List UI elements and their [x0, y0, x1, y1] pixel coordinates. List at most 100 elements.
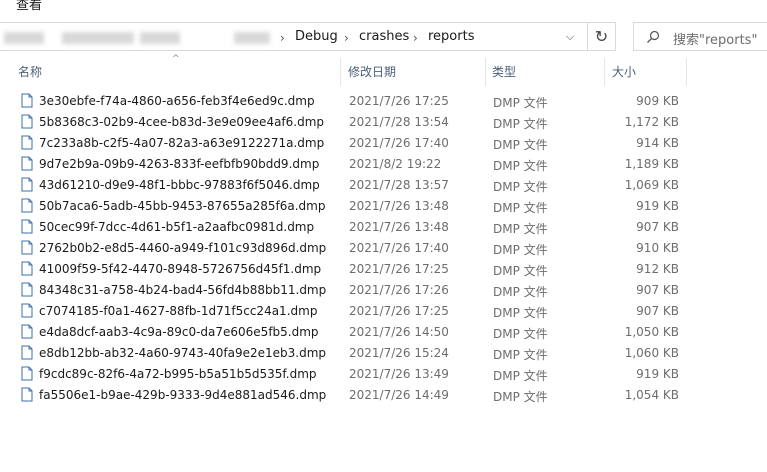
file-row[interactable]: e4da8dcf-aab3-4c9a-89c0-da7e606e5fb5.dmp… [0, 322, 767, 343]
file-name: 50cec99f-7dcc-4d61-b5f1-a2aafbc0981d.dmp [39, 220, 315, 234]
file-type: DMP 文件 [493, 285, 548, 299]
redacted-path-segment [140, 32, 180, 44]
file-row[interactable]: 7c233a8b-c2f5-4a07-82a3-a63e9122271a.dmp… [0, 133, 767, 154]
refresh-icon[interactable]: ↻ [587, 22, 616, 51]
file-name: 50b7aca6-5adb-45bb-9453-87655a285f6a.dmp [39, 199, 326, 213]
file-row[interactable]: f9cdc89c-82f6-4a72-b995-b5a51b5d535f.dmp… [0, 364, 767, 385]
file-type: DMP 文件 [493, 306, 548, 320]
file-modified-date: 2021/7/26 17:26 [349, 283, 449, 297]
file-row[interactable]: e8db12bb-ab32-4a60-9743-40fa9e2e1eb3.dmp… [0, 343, 767, 364]
file-modified-date: 2021/7/26 17:40 [349, 241, 449, 255]
file-name: 2762b0b2-e8d5-4460-a949-f101c93d896d.dmp [39, 241, 327, 255]
file-size: 1,054 KB [624, 388, 679, 402]
file-type: DMP 文件 [493, 327, 548, 341]
file-size: 1,069 KB [624, 178, 679, 192]
file-size: 919 KB [636, 367, 679, 381]
file-row[interactable]: 50cec99f-7dcc-4d61-b5f1-a2aafbc0981d.dmp… [0, 217, 767, 238]
file-size: 909 KB [636, 94, 679, 108]
file-type: DMP 文件 [493, 117, 548, 131]
file-size: 1,189 KB [624, 157, 679, 171]
column-header-size[interactable]: 大小 [610, 58, 687, 86]
file-type: DMP 文件 [493, 222, 548, 236]
file-type: DMP 文件 [493, 243, 548, 257]
file-row[interactable]: c7074185-f0a1-4627-88fb-1d71f5cc24a1.dmp… [0, 301, 767, 322]
file-icon [21, 303, 33, 321]
file-name: e8db12bb-ab32-4a60-9743-40fa9e2e1eb3.dmp [39, 346, 327, 360]
file-type: DMP 文件 [493, 348, 548, 362]
file-icon [21, 135, 33, 153]
file-icon [21, 261, 33, 279]
file-row[interactable]: 43d61210-d9e9-48f1-bbbc-97883f6f5046.dmp… [0, 175, 767, 196]
file-icon [21, 93, 33, 111]
file-modified-date: 2021/7/26 14:49 [349, 388, 449, 402]
file-row[interactable]: 9d7e2b9a-09b9-4263-833f-eefbfb90bdd9.dmp… [0, 154, 767, 175]
file-modified-date: 2021/7/26 17:40 [349, 136, 449, 150]
file-name: 3e30ebfe-f74a-4860-a656-feb3f4e6ed9c.dmp [39, 94, 315, 108]
file-name: f9cdc89c-82f6-4a72-b995-b5a51b5d535f.dmp [39, 367, 317, 381]
address-bar[interactable]: › Debug › crashes › reports ⌵ [0, 22, 615, 51]
file-name: 43d61210-d9e9-48f1-bbbc-97883f6f5046.dmp [39, 178, 320, 192]
top-menu-strip: 查看 [0, 0, 767, 14]
file-size: 912 KB [636, 262, 679, 276]
file-type: DMP 文件 [493, 96, 548, 110]
file-icon [21, 282, 33, 300]
file-name: 84348c31-a758-4b24-bad4-56fd4b88bb11.dmp [39, 283, 327, 297]
file-type: DMP 文件 [493, 264, 548, 278]
breadcrumb-debug[interactable]: Debug [295, 29, 338, 44]
file-type: DMP 文件 [493, 180, 548, 194]
file-row[interactable]: 41009f59-5f42-4470-8948-5726756d45f1.dmp… [0, 259, 767, 280]
breadcrumb-reports[interactable]: reports [428, 29, 474, 44]
column-header-name[interactable]: 名称 [16, 58, 341, 86]
file-row[interactable]: 3e30ebfe-f74a-4860-a656-feb3f4e6ed9c.dmp… [0, 91, 767, 112]
chevron-down-icon[interactable]: ⌵ [560, 27, 580, 47]
search-input[interactable]: 搜索"reports" [633, 22, 767, 51]
search-placeholder: 搜索"reports" [673, 33, 758, 48]
breadcrumb-crashes[interactable]: crashes [359, 29, 409, 44]
file-row[interactable]: 50b7aca6-5adb-45bb-9453-87655a285f6a.dmp… [0, 196, 767, 217]
file-size: 907 KB [636, 220, 679, 234]
file-size: 910 KB [636, 241, 679, 255]
file-size: 919 KB [636, 199, 679, 213]
file-name: 41009f59-5f42-4470-8948-5726756d45f1.dmp [39, 262, 322, 276]
breadcrumb-separator[interactable]: › [413, 31, 418, 45]
file-row[interactable]: 84348c31-a758-4b24-bad4-56fd4b88bb11.dmp… [0, 280, 767, 301]
file-modified-date: 2021/7/26 13:48 [349, 199, 449, 213]
file-modified-date: 2021/7/26 13:49 [349, 367, 449, 381]
file-size: 914 KB [636, 136, 679, 150]
file-icon [21, 198, 33, 216]
file-icon [21, 324, 33, 342]
file-row[interactable]: 2762b0b2-e8d5-4460-a949-f101c93d896d.dmp… [0, 238, 767, 259]
file-type: DMP 文件 [493, 369, 548, 383]
file-name: 7c233a8b-c2f5-4a07-82a3-a63e9122271a.dmp [39, 136, 325, 150]
column-header-type[interactable]: 类型 [490, 58, 605, 86]
file-icon [21, 156, 33, 174]
file-icon [21, 219, 33, 237]
breadcrumb-separator[interactable]: › [280, 31, 285, 45]
redacted-path-segment [234, 32, 270, 44]
column-header-row: ^ 名称 修改日期 类型 大小 [0, 54, 767, 86]
column-header-date[interactable]: 修改日期 [346, 58, 486, 86]
file-modified-date: 2021/7/26 13:48 [349, 220, 449, 234]
file-icon [21, 387, 33, 405]
file-list: 3e30ebfe-f74a-4860-a656-feb3f4e6ed9c.dmp… [0, 91, 767, 406]
view-menu-label[interactable]: 查看 [16, 0, 42, 13]
file-name: 5b8368c3-02b9-4cee-b83d-3e9e09ee4af6.dmp [39, 115, 325, 129]
file-modified-date: 2021/7/26 17:25 [349, 94, 449, 108]
file-name: 9d7e2b9a-09b9-4263-833f-eefbfb90bdd9.dmp [39, 157, 320, 171]
file-modified-date: 2021/8/2 19:22 [349, 157, 442, 171]
file-row[interactable]: 5b8368c3-02b9-4cee-b83d-3e9e09ee4af6.dmp… [0, 112, 767, 133]
redacted-path-segment [62, 32, 134, 44]
file-type: DMP 文件 [493, 390, 548, 404]
file-size: 1,050 KB [624, 325, 679, 339]
redacted-path-segment [4, 32, 44, 44]
search-icon [647, 30, 660, 43]
breadcrumb-separator[interactable]: › [344, 31, 349, 45]
file-icon [21, 177, 33, 195]
file-icon [21, 366, 33, 384]
file-type: DMP 文件 [493, 159, 548, 173]
file-icon [21, 114, 33, 132]
file-modified-date: 2021/7/26 15:24 [349, 346, 449, 360]
file-row[interactable]: fa5506e1-b9ae-429b-9333-9d4e881ad546.dmp… [0, 385, 767, 406]
file-icon [21, 240, 33, 258]
file-modified-date: 2021/7/26 17:25 [349, 304, 449, 318]
